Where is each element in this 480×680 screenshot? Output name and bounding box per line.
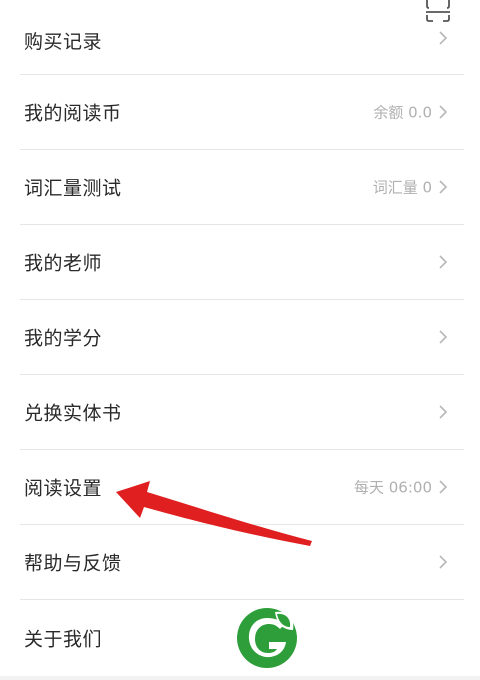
menu-item-label: 购买记录 <box>24 31 103 53</box>
menu-item-reading-settings[interactable]: 阅读设置 每天 06:00 <box>20 450 464 525</box>
menu-item-label: 我的学分 <box>24 327 103 350</box>
chevron-right-icon <box>438 479 448 495</box>
menu-item-reading-coins[interactable]: 我的阅读币 余额 0.0 <box>20 75 464 150</box>
menu-item-label: 兑换实体书 <box>24 402 122 425</box>
settings-menu-list: 购买记录 我的阅读币 余额 0.0 词汇量测试 词汇量 0 我的老师 我的学分 … <box>20 0 464 675</box>
menu-item-help-feedback[interactable]: 帮助与反馈 <box>20 525 464 600</box>
chevron-right-icon <box>438 30 448 46</box>
menu-item-label: 关于我们 <box>24 628 103 650</box>
chevron-right-icon <box>438 179 448 195</box>
chevron-right-icon <box>438 404 448 420</box>
menu-item-my-teacher[interactable]: 我的老师 <box>20 225 464 300</box>
menu-item-label: 我的老师 <box>24 252 103 275</box>
menu-item-value: 余额 0.0 <box>373 103 432 122</box>
menu-item-label: 词汇量测试 <box>24 177 122 200</box>
chevron-right-icon <box>438 104 448 120</box>
scan-icon[interactable] <box>424 0 452 22</box>
menu-item-value: 词汇量 0 <box>372 178 432 197</box>
menu-item-vocabulary-test[interactable]: 词汇量测试 词汇量 0 <box>20 150 464 225</box>
menu-item-my-credits[interactable]: 我的学分 <box>20 300 464 375</box>
chevron-right-icon <box>438 329 448 345</box>
menu-item-purchase-history[interactable]: 购买记录 <box>20 0 464 75</box>
menu-item-label: 我的阅读币 <box>24 102 122 125</box>
chevron-right-icon <box>438 254 448 270</box>
menu-item-label: 帮助与反馈 <box>24 552 122 575</box>
menu-item-value: 每天 06:00 <box>354 478 432 497</box>
settings-menu-card: 购买记录 我的阅读币 余额 0.0 词汇量测试 词汇量 0 我的老师 我的学分 … <box>0 0 480 676</box>
watermark-logo <box>229 600 305 676</box>
chevron-right-icon <box>438 554 448 570</box>
menu-item-redeem-books[interactable]: 兑换实体书 <box>20 375 464 450</box>
menu-item-label: 阅读设置 <box>24 477 103 500</box>
